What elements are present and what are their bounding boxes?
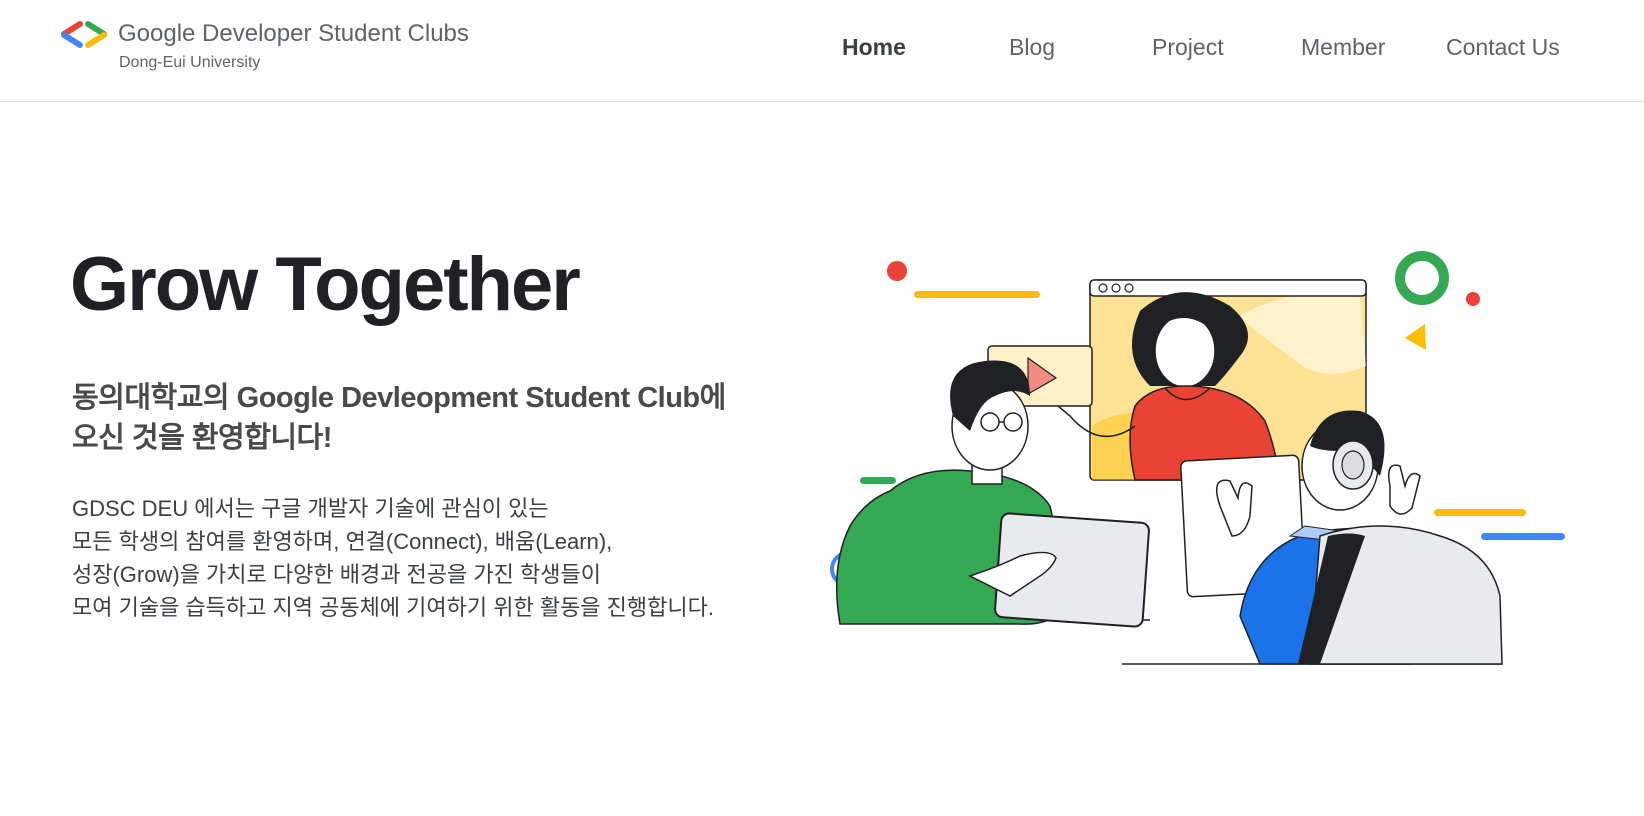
hero-subtitle-line: 동의대학교의 Google Devleopment Student Club에: [72, 382, 726, 414]
green-dash-decoration: [860, 477, 896, 484]
page: Google Developer Student Clubs Dong-Eui …: [0, 0, 1644, 816]
blue-dash-decoration: [1481, 533, 1565, 540]
nav-item-contact-us[interactable]: Contact Us: [1446, 34, 1560, 61]
main-nav: Home Blog Project Member Contact Us: [0, 30, 1644, 70]
hero-subtitle: 동의대학교의 Google Devleopment Student Club에 …: [72, 378, 726, 458]
hero-subtitle-line: 오신 것을 환영합니다!: [72, 422, 332, 454]
yellow-triangle-decoration: [1405, 324, 1426, 350]
green-ring-decoration: [1395, 251, 1449, 305]
hero-description: GDSC DEU 에서는 구글 개발자 기술에 관심이 있는 모든 학생의 참여…: [72, 492, 714, 624]
nav-item-project[interactable]: Project: [1152, 34, 1224, 61]
nav-item-home[interactable]: Home: [842, 34, 906, 61]
yellow-dash-decoration: [914, 291, 1040, 298]
hero-description-line: 모든 학생의 참여를 환영하며, 연결(Connect), 배움(Learn),: [72, 529, 613, 554]
hero-description-line: 성장(Grow)을 가치로 다양한 배경과 전공을 가진 학생들이: [72, 562, 601, 587]
site-header: Google Developer Student Clubs Dong-Eui …: [0, 0, 1644, 102]
nav-item-member[interactable]: Member: [1301, 34, 1385, 61]
hero-description-line: 모여 기술을 습득하고 지역 공동체에 기여하기 위한 활동을 진행합니다.: [72, 595, 714, 620]
students-collaborating-illustration: [830, 251, 1565, 665]
hero-title: Grow Together: [70, 242, 581, 327]
red-dot-decoration: [1466, 292, 1480, 306]
hero-description-line: GDSC DEU 에서는 구글 개발자 기술에 관심이 있는: [72, 496, 549, 521]
red-dot-decoration: [887, 261, 907, 281]
yellow-dash-decoration: [1434, 509, 1526, 516]
nav-item-blog[interactable]: Blog: [1009, 34, 1055, 61]
